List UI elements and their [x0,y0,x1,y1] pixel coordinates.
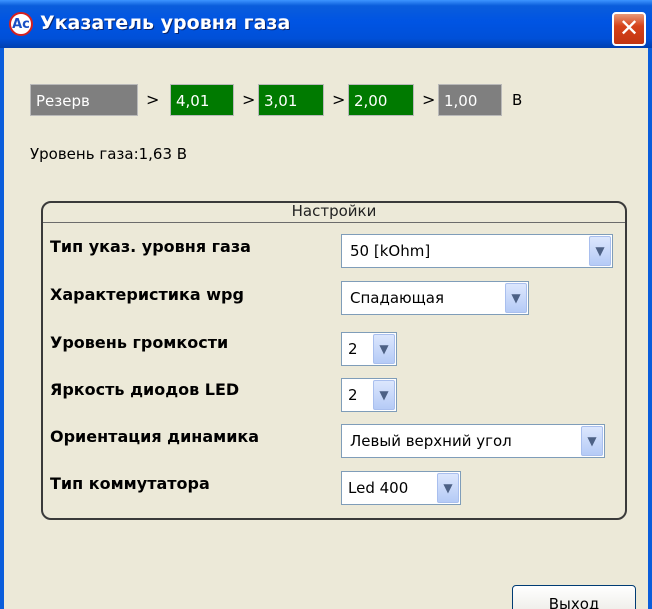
speaker-orientation-value: Левый верхний угол [350,432,512,450]
window-title: Указатель уровня газа [40,12,291,34]
threshold-separator: > [242,90,256,109]
window-frame-left [0,48,4,609]
chevron-down-icon[interactable]: ▼ [505,283,527,313]
led-brightness-value: 2 [348,386,358,404]
chevron-down-icon[interactable]: ▼ [581,426,603,456]
speaker-orientation-select[interactable]: Левый верхний угол ▼ [341,424,605,458]
close-button[interactable]: ✕ [612,12,646,46]
threshold-step-1: 4,01 [170,84,234,116]
app-icon: Ac [9,12,33,36]
threshold-step-4: 1,00 [438,84,502,116]
switch-type-select[interactable]: Led 400 ▼ [341,471,461,505]
settings-title: Настройки [291,202,377,220]
wpg-characteristic-select[interactable]: Спадающая ▼ [341,281,529,315]
switch-type-label: Тип коммутатора [50,474,210,493]
settings-divider [43,222,625,223]
threshold-separator: > [146,90,160,109]
gauge-type-value: 50 [kOhm] [350,242,431,260]
title-bar[interactable]: Ac Указатель уровня газа ✕ [0,0,652,48]
wpg-characteristic-value: Спадающая [350,289,445,307]
volume-level-select[interactable]: 2 ▼ [341,332,397,366]
volume-level-value: 2 [348,340,358,358]
chevron-down-icon[interactable]: ▼ [589,236,611,266]
chevron-down-icon[interactable]: ▼ [373,380,395,410]
switch-type-value: Led 400 [348,479,409,497]
gauge-type-label: Тип указ. уровня газа [50,237,251,256]
threshold-separator: > [422,90,436,109]
threshold-step-3: 2,00 [348,84,414,116]
dialog-window: Ac Указатель уровня газа ✕ Резерв > 4,01… [0,0,652,609]
gauge-type-select[interactable]: 50 [kOhm] ▼ [341,234,613,268]
exit-button[interactable]: Выход [512,585,636,609]
gas-level-readout: Уровень газа:1,63 В [30,145,188,163]
reserve-indicator: Резерв [30,84,138,116]
led-brightness-select[interactable]: 2 ▼ [341,378,397,412]
wpg-characteristic-label: Характеристика wpg [50,285,244,304]
threshold-step-2: 3,01 [258,84,324,116]
window-frame-right [648,48,652,609]
speaker-orientation-label: Ориентация динамика [50,427,260,446]
voltage-unit: В [512,91,523,109]
led-brightness-label: Яркость диодов LED [50,380,240,399]
threshold-separator: > [332,90,346,109]
chevron-down-icon[interactable]: ▼ [437,473,459,503]
volume-level-label: Уровень громкости [50,333,229,352]
chevron-down-icon[interactable]: ▼ [373,334,395,364]
